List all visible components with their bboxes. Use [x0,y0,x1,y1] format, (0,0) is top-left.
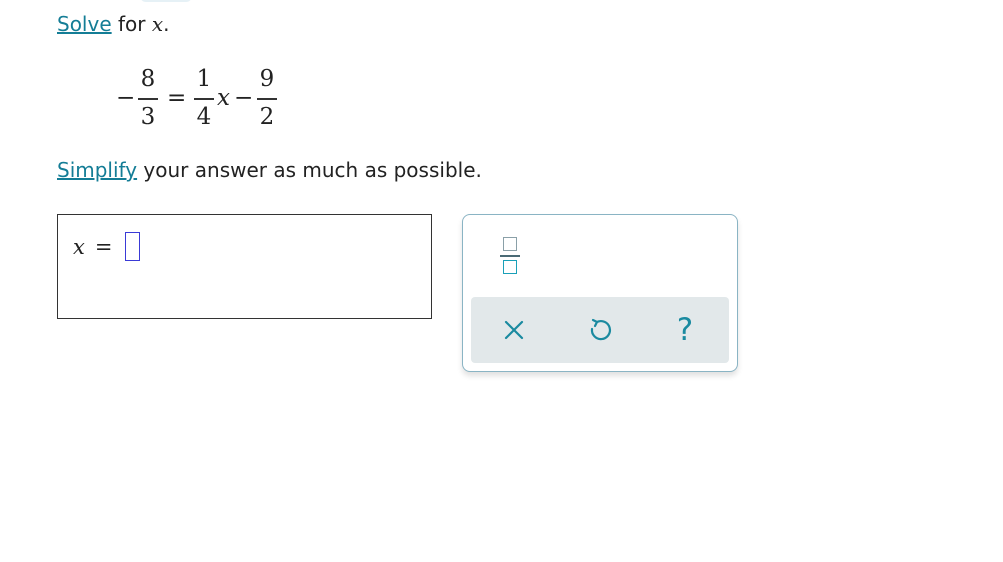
constant-denominator: 2 [259,104,275,130]
answer-variable: x [73,235,85,259]
equation-variable: x [217,85,230,111]
constant-numerator: 9 [259,66,275,92]
fraction-tool-button[interactable] [499,235,521,279]
coefficient-numerator: 1 [196,66,212,92]
top-tab-edge [140,0,192,2]
answer-label: x = [73,235,112,259]
palette-toolbar: ? [471,297,729,363]
instruction-variable: x [151,12,164,36]
simplify-link[interactable]: Simplify [57,158,137,182]
simplify-text: your answer as much as possible. [137,158,482,182]
instruction-line: Solve for x. [57,11,170,37]
instruction-period: . [163,12,170,36]
coefficient-denominator: 4 [196,104,212,130]
equals-sign: = [167,85,187,111]
answer-box[interactable]: x = [57,214,432,319]
answer-input[interactable] [125,232,140,261]
instruction-text: for [111,12,152,36]
clear-button[interactable] [497,313,531,347]
constant-fraction-bar [257,98,277,100]
help-icon: ? [676,312,694,348]
lhs-denominator: 3 [140,104,156,130]
lhs-minus-sign: − [116,85,136,111]
math-palette: ? [462,214,738,372]
help-button[interactable]: ? [668,313,702,347]
undo-icon [590,318,611,341]
coefficient-fraction-bar [194,98,214,100]
lhs-fraction-bar [138,98,158,100]
answer-equals: = [94,235,113,259]
minus-sign: − [234,85,254,111]
lhs-numerator: 8 [140,66,156,92]
simplify-line: Simplify your answer as much as possible… [57,157,482,183]
close-icon [504,320,524,340]
solve-link[interactable]: Solve [57,12,112,36]
undo-button[interactable] [583,313,617,347]
